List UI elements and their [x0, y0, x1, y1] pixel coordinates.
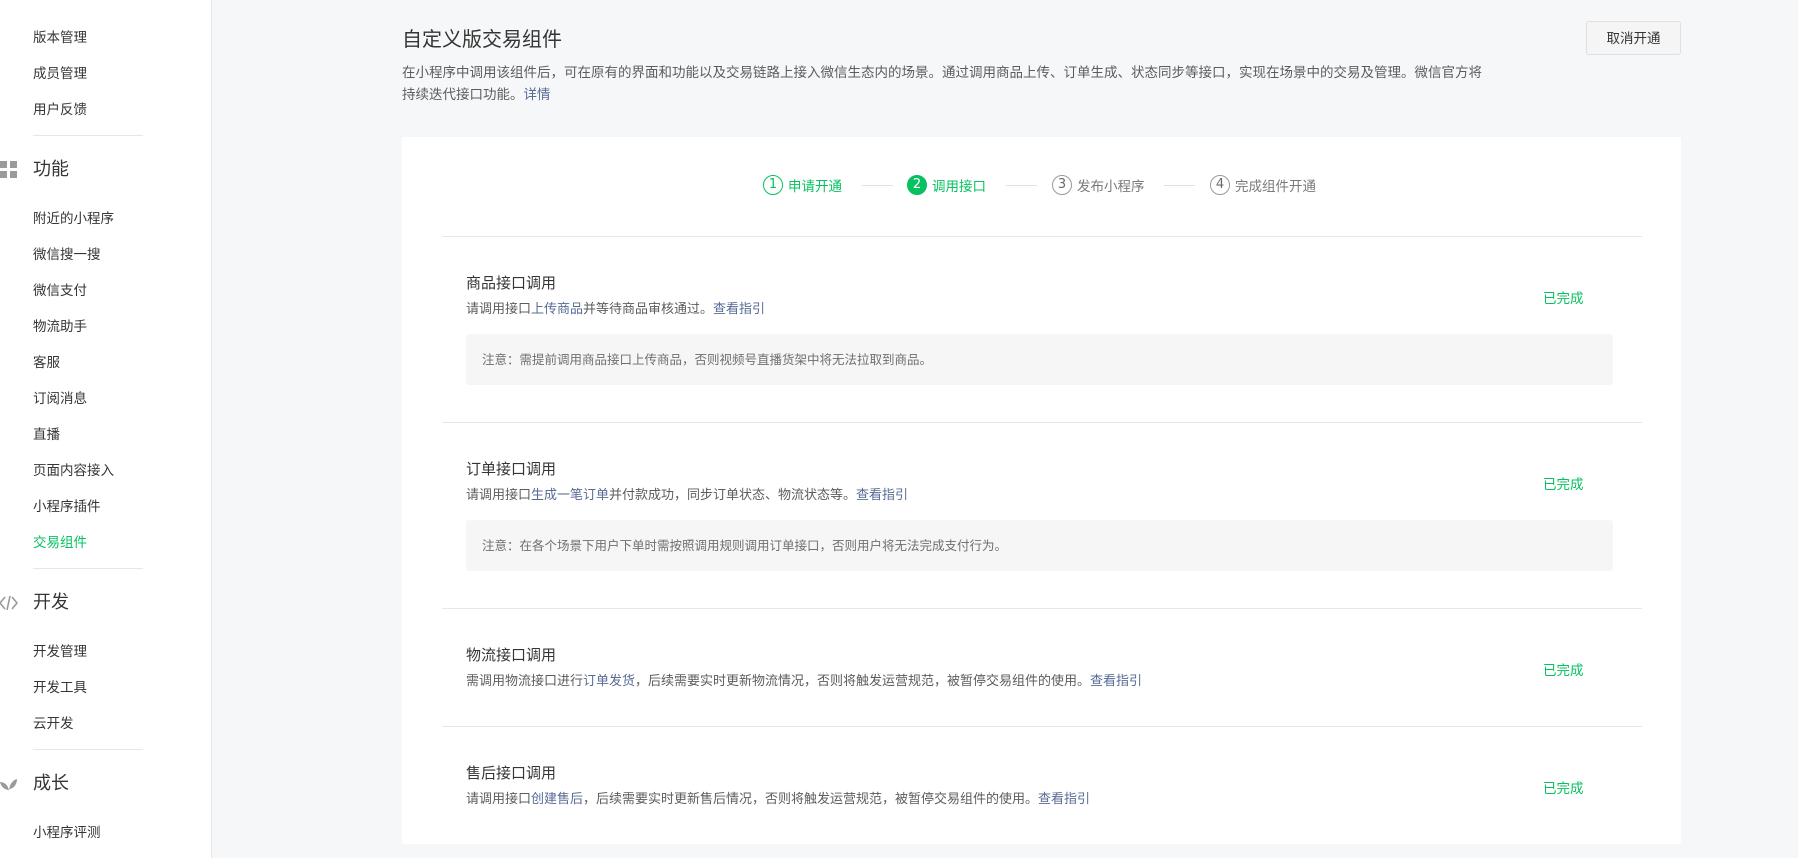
sidebar-item-dev-management[interactable]: 开发管理: [33, 642, 87, 662]
sidebar: 版本管理 成员管理 用户反馈 功能 附近的小程序 微信搜一搜 微信支付 物流助手…: [0, 0, 212, 858]
step-label: 申请开通: [788, 179, 842, 195]
sidebar-item-customer-service[interactable]: 客服: [33, 353, 60, 373]
section-title: 商品接口调用: [466, 274, 557, 292]
page-title: 自定义版交易组件: [402, 27, 562, 51]
section-divider: [442, 422, 1642, 423]
view-guide-link[interactable]: 查看指引: [713, 302, 765, 317]
step-connector: [1164, 185, 1195, 186]
page-description-text: 在小程序中调用该组件后，可在原有的界面和功能以及交易链路上接入微信生态内的场景。…: [402, 65, 1482, 103]
desc-text: 请调用接口: [466, 488, 532, 503]
view-guide-link[interactable]: 查看指引: [1090, 674, 1142, 689]
view-guide-link[interactable]: 查看指引: [1038, 792, 1090, 807]
step-number: 4: [1210, 175, 1230, 195]
sidebar-item-live[interactable]: 直播: [33, 425, 60, 445]
section-product-api: 商品接口调用 请调用接口上传商品并等待商品审核通过。查看指引 注意：需提前调用商…: [466, 272, 1616, 385]
step-connector: [1006, 185, 1037, 186]
sidebar-heading-develop[interactable]: 开发: [33, 590, 69, 616]
sidebar-item-wechat-pay[interactable]: 微信支付: [33, 281, 87, 301]
sidebar-item-page-content[interactable]: 页面内容接入: [33, 461, 114, 481]
sidebar-item-user-feedback[interactable]: 用户反馈: [33, 100, 87, 120]
cancel-activation-button[interactable]: 取消开通: [1586, 21, 1681, 55]
page-description: 在小程序中调用该组件后，可在原有的界面和功能以及交易链路上接入微信生态内的场景。…: [402, 62, 1482, 106]
sidebar-heading-growth[interactable]: 成长: [33, 771, 69, 797]
section-title: 售后接口调用: [466, 764, 557, 782]
sidebar-item-version-management[interactable]: 版本管理: [33, 28, 87, 48]
step-complete: 4 完成组件开通: [1210, 173, 1316, 197]
sidebar-item-wechat-search[interactable]: 微信搜一搜: [33, 245, 101, 265]
sidebar-item-member-management[interactable]: 成员管理: [33, 64, 87, 84]
desc-text: ，后续需要实时更新售后情况，否则将触发运营规范，被暂停交易组件的使用。: [583, 792, 1039, 807]
section-divider: [442, 726, 1642, 727]
section-order-api: 订单接口调用 请调用接口生成一笔订单并付款成功，同步订单状态、物流状态等。查看指…: [466, 458, 1616, 571]
section-description: 请调用接口上传商品并等待商品审核通过。查看指引: [466, 300, 1616, 320]
desc-text: 需调用物流接口进行: [466, 674, 584, 689]
section-description: 请调用接口创建售后，后续需要实时更新售后情况，否则将触发运营规范，被暂停交易组件…: [466, 790, 1616, 810]
create-order-link[interactable]: 生成一笔订单: [531, 488, 609, 503]
grid-icon: [0, 161, 17, 178]
desc-text: 请调用接口: [466, 792, 532, 807]
step-connector: [862, 185, 893, 186]
section-divider: [442, 608, 1642, 609]
section-title: 订单接口调用: [466, 460, 557, 478]
sidebar-item-plugin[interactable]: 小程序插件: [33, 497, 101, 517]
status-badge: 已完成: [1543, 291, 1584, 307]
desc-text: 请调用接口: [466, 302, 532, 317]
upload-product-link[interactable]: 上传商品: [531, 302, 583, 317]
sidebar-divider: [33, 568, 143, 569]
sidebar-item-trade-component[interactable]: 交易组件: [33, 533, 87, 553]
step-call-api: 2 调用接口: [907, 173, 986, 197]
status-badge: 已完成: [1543, 477, 1584, 493]
desc-text: 并等待商品审核通过。: [583, 302, 714, 317]
desc-text: ，后续需要实时更新物流情况，否则将触发运营规范，被暂停交易组件的使用。: [635, 674, 1091, 689]
code-icon: [0, 595, 18, 611]
step-number: 2: [907, 175, 927, 195]
desc-text: 并付款成功，同步订单状态、物流状态等。: [609, 488, 857, 503]
sidebar-item-logistics-assistant[interactable]: 物流助手: [33, 317, 87, 337]
sidebar-item-miniprogram-evaluation[interactable]: 小程序评测: [33, 823, 101, 843]
section-aftersales-api: 售后接口调用 请调用接口创建售后，后续需要实时更新售后情况，否则将触发运营规范，…: [466, 762, 1616, 810]
order-shipment-link[interactable]: 订单发货: [583, 674, 635, 689]
step-publish: 3 发布小程序: [1052, 173, 1145, 197]
details-link[interactable]: 详情: [524, 87, 551, 103]
section-description: 需调用物流接口进行订单发货，后续需要实时更新物流情况，否则将触发运营规范，被暂停…: [466, 672, 1616, 692]
section-note: 注意：在各个场景下用户下单时需按照调用规则调用订单接口，否则用户将无法完成支付行…: [466, 520, 1613, 571]
view-guide-link[interactable]: 查看指引: [856, 488, 908, 503]
step-number: 3: [1052, 175, 1072, 195]
step-label: 完成组件开通: [1235, 179, 1316, 195]
sidebar-divider: [33, 135, 143, 136]
step-number: 1: [763, 175, 783, 195]
step-apply: 1 申请开通: [763, 173, 842, 197]
section-title: 物流接口调用: [466, 646, 557, 664]
section-note: 注意：需提前调用商品接口上传商品，否则视频号直播货架中将无法拉取到商品。: [466, 334, 1613, 385]
create-aftersales-link[interactable]: 创建售后: [531, 792, 583, 807]
progress-steps: 1 申请开通 2 调用接口 3 发布小程序 4 完成组件开通: [402, 173, 1681, 197]
section-description: 请调用接口生成一笔订单并付款成功，同步订单状态、物流状态等。查看指引: [466, 486, 1616, 506]
leaf-icon: [0, 779, 17, 792]
sidebar-heading-function[interactable]: 功能: [33, 157, 69, 183]
step-label: 发布小程序: [1077, 179, 1145, 195]
section-divider: [442, 236, 1642, 237]
step-label: 调用接口: [932, 179, 986, 195]
sidebar-item-subscription-message[interactable]: 订阅消息: [33, 389, 87, 409]
sidebar-divider: [33, 749, 143, 750]
status-badge: 已完成: [1543, 781, 1584, 797]
sidebar-item-nearby-miniprogram[interactable]: 附近的小程序: [33, 209, 114, 229]
sidebar-item-dev-tools[interactable]: 开发工具: [33, 678, 87, 698]
sidebar-item-cloud-dev[interactable]: 云开发: [33, 714, 74, 734]
main-card: 1 申请开通 2 调用接口 3 发布小程序 4 完成组件开通 商品接口调用 请调…: [402, 137, 1681, 844]
status-badge: 已完成: [1543, 663, 1584, 679]
section-logistics-api: 物流接口调用 需调用物流接口进行订单发货，后续需要实时更新物流情况，否则将触发运…: [466, 644, 1616, 692]
